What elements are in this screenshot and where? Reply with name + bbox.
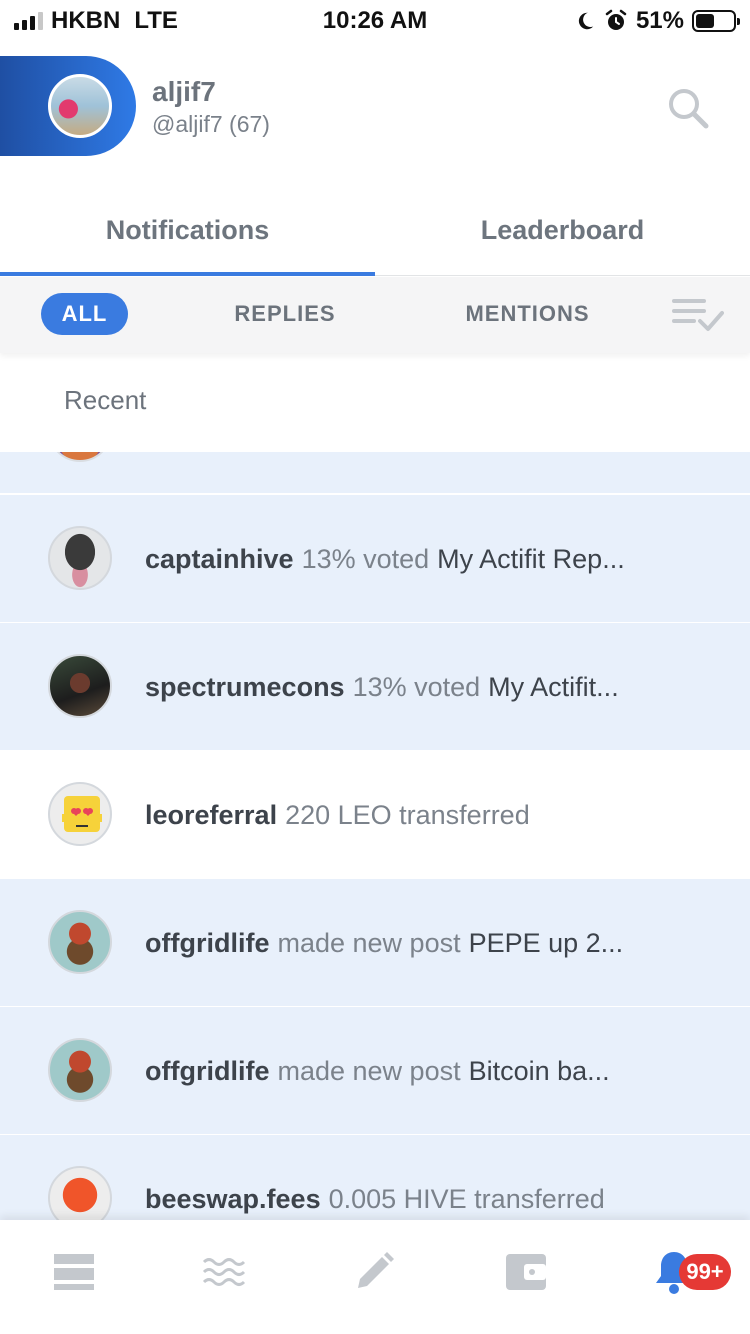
notification-meta: 13% voted <box>352 671 481 702</box>
notification-target[interactable]: Bitcoin ba... <box>469 1056 610 1087</box>
notification-count-badge: 99+ <box>679 1254 731 1290</box>
profile-header: aljif7 @aljif7 (67) <box>0 56 750 156</box>
alarm-icon <box>605 9 627 30</box>
avatar[interactable] <box>48 526 112 590</box>
notification-meta: made new post <box>277 1055 461 1086</box>
avatar[interactable] <box>48 1038 112 1102</box>
active-tab-indicator <box>0 272 375 276</box>
user-handle: @aljif7 (67) <box>152 111 270 137</box>
avatar[interactable] <box>48 782 112 846</box>
notification-list[interactable]: captainhive 13% voted My Actifit Rep... … <box>0 452 750 1220</box>
notification-meta: 13% voted <box>301 543 430 574</box>
list-item[interactable]: offgridlife made new post Bitcoin ba... <box>0 1007 750 1135</box>
filter-replies[interactable]: REPLIES <box>220 293 350 335</box>
filter-bar: ALL REPLIES MENTIONS <box>0 277 750 353</box>
notification-username[interactable]: leoreferral <box>145 800 277 831</box>
tab-notifications[interactable]: Notifications <box>0 188 375 272</box>
profile-avatar-button[interactable] <box>0 56 136 156</box>
list-item[interactable]: spectrumecons 13% voted My Actifit... <box>0 623 750 751</box>
mark-all-read-icon[interactable] <box>672 295 724 335</box>
battery-icon <box>692 10 740 32</box>
search-icon[interactable] <box>666 86 710 130</box>
list-item[interactable]: leoreferral 220 LEO transferred <box>0 751 750 879</box>
section-label: Recent <box>64 385 147 415</box>
status-bar: HKBN LTE 10:26 AM 51% <box>0 0 750 42</box>
notification-username[interactable]: captainhive <box>145 544 294 575</box>
list-item-partial[interactable] <box>0 452 750 494</box>
tab-leaderboard[interactable]: Leaderboard <box>375 188 750 272</box>
filter-mentions[interactable]: MENTIONS <box>450 293 605 335</box>
notification-username[interactable]: spectrumecons <box>145 672 345 703</box>
notification-target[interactable]: PEPE up 2... <box>469 928 624 959</box>
display-name: aljif7 <box>152 76 216 107</box>
battery-percent: 51% <box>635 7 684 34</box>
avatar[interactable] <box>48 654 112 718</box>
notification-meta: 220 LEO transferred <box>285 799 530 830</box>
waves-icon[interactable] <box>200 1248 248 1296</box>
avatar <box>48 452 112 462</box>
list-item[interactable]: beeswap.fees 0.005 HIVE transferred <box>0 1135 750 1220</box>
feed-icon[interactable] <box>50 1248 98 1296</box>
moon-icon <box>578 12 594 30</box>
notification-username[interactable]: offgridlife <box>145 928 269 959</box>
notification-username[interactable]: offgridlife <box>145 1056 269 1087</box>
list-item[interactable]: captainhive 13% voted My Actifit Rep... <box>0 495 750 623</box>
wallet-icon[interactable] <box>502 1248 550 1296</box>
notification-username[interactable]: beeswap.fees <box>145 1184 321 1215</box>
filter-all[interactable]: ALL <box>41 293 128 335</box>
avatar[interactable] <box>48 74 112 138</box>
notification-target[interactable]: My Actifit... <box>488 672 619 703</box>
avatar[interactable] <box>48 910 112 974</box>
notification-target[interactable]: My Actifit Rep... <box>437 544 625 575</box>
notification-meta: made new post <box>277 927 461 958</box>
edit-icon[interactable] <box>350 1248 398 1296</box>
notification-meta: 0.005 HIVE transferred <box>328 1183 605 1214</box>
list-item[interactable]: offgridlife made new post PEPE up 2... <box>0 879 750 1007</box>
tab-bar: Notifications Leaderboard <box>0 188 750 276</box>
avatar[interactable] <box>48 1166 112 1220</box>
bottom-nav <box>0 1220 750 1334</box>
robot-avatar-icon <box>62 796 102 832</box>
